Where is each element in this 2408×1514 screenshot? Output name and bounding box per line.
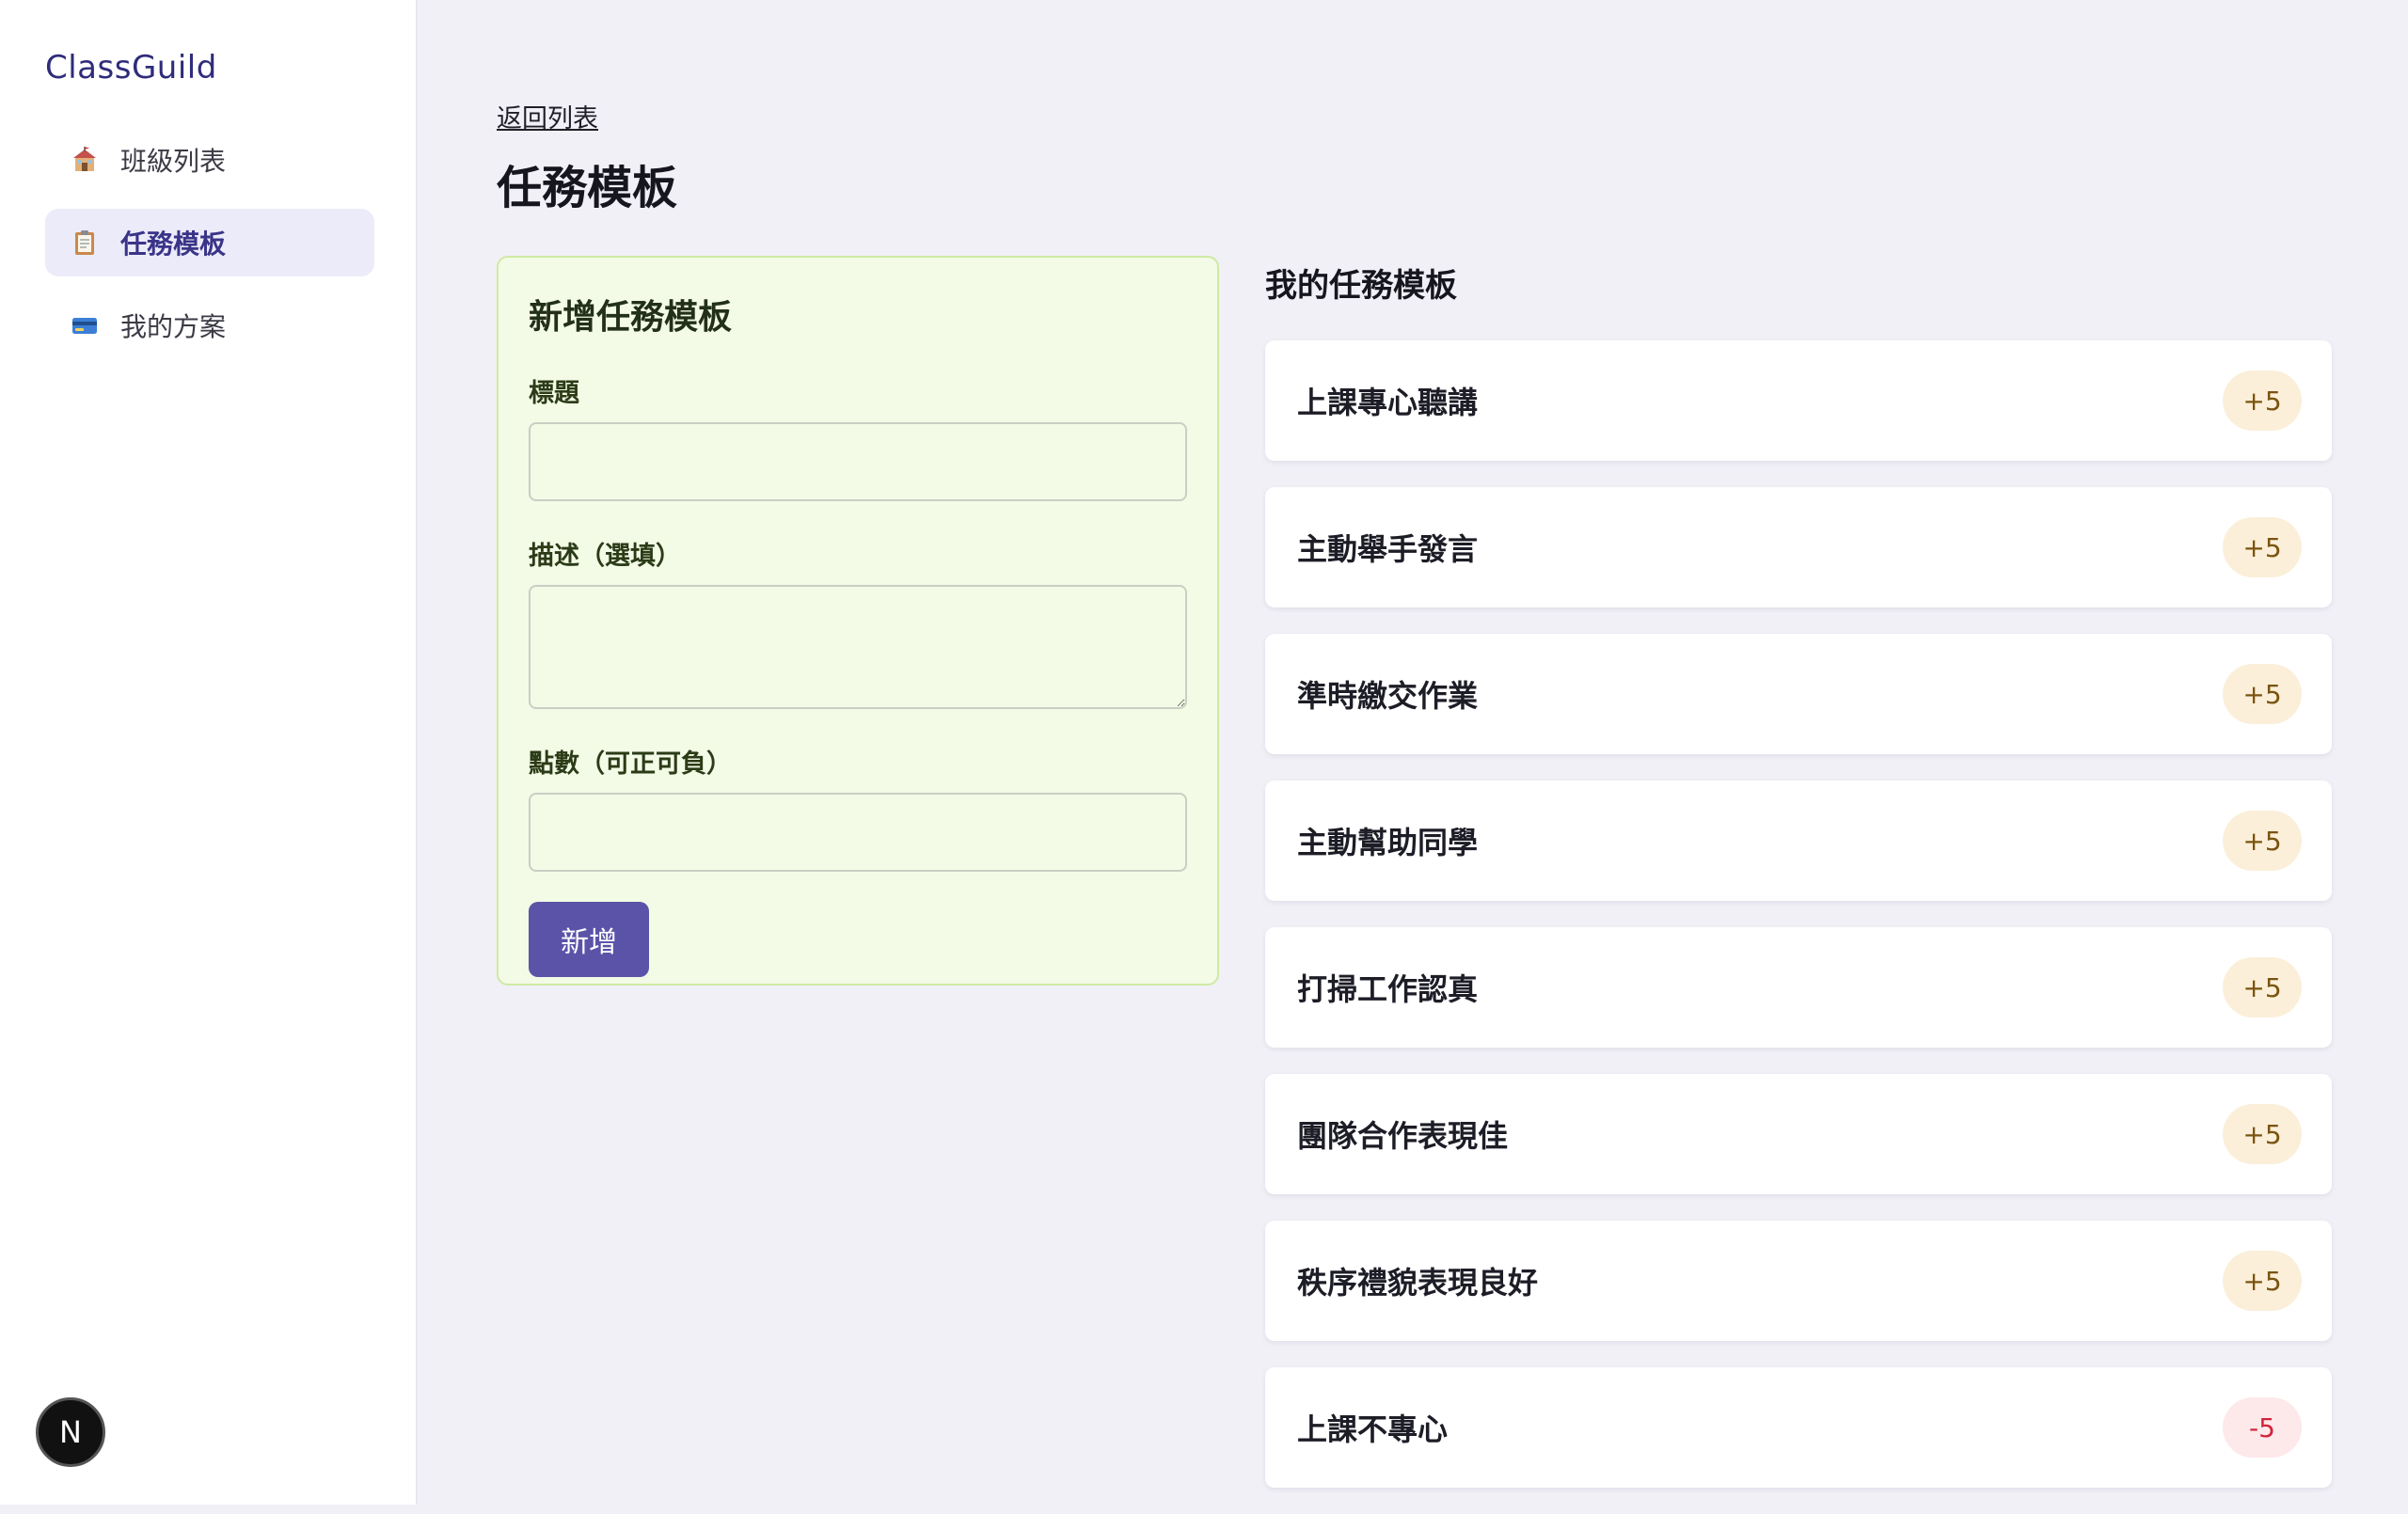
template-card[interactable]: 準時繳交作業 +5 [1265,634,2332,754]
template-card[interactable]: 上課不專心 -5 [1265,1367,2332,1488]
back-to-list-link[interactable]: 返回列表 [497,98,598,134]
template-card[interactable]: 上課專心聽講 +5 [1265,340,2332,461]
template-list-heading: 我的任務模板 [1265,267,1457,305]
points-badge: +5 [2223,664,2302,724]
nextjs-icon[interactable]: N [36,1397,105,1467]
template-card[interactable]: 秩序禮貌表現良好 +5 [1265,1221,2332,1341]
points-badge: +5 [2223,957,2302,1017]
sidebar-item-plan[interactable]: 我的方案 [45,292,374,359]
points-badge: +5 [2223,517,2302,577]
points-badge: +5 [2223,811,2302,871]
template-name: 主動幫助同學 [1297,825,1479,860]
points-badge: +5 [2223,371,2302,431]
template-card[interactable]: 打掃工作認真 +5 [1265,927,2332,1048]
template-card[interactable]: 團隊合作表現佳 +5 [1265,1074,2332,1194]
clipboard-icon [70,228,100,258]
credit-card-icon [70,310,100,340]
title-field-label: 標題 [529,379,579,408]
template-name: 打掃工作認真 [1297,971,1479,1007]
template-card[interactable]: 主動幫助同學 +5 [1265,781,2332,901]
template-name: 準時繳交作業 [1297,678,1479,714]
sidebar-item-label: 班級列表 [120,146,227,177]
sidebar: ClassGuild 班級列表 任務模板 我的方案 N [0,0,418,1505]
description-field-label: 描述（選填） [529,542,681,571]
template-card[interactable]: 主動舉手發言 +5 [1265,487,2332,607]
sidebar-item-label: 任務模板 [120,229,227,260]
points-badge: +5 [2223,1104,2302,1164]
school-icon [70,145,100,175]
template-name: 上課專心聽講 [1297,385,1479,420]
description-textarea[interactable] [529,585,1187,709]
points-field-label: 點數（可正可負） [529,749,732,779]
points-input[interactable] [529,793,1187,872]
title-input[interactable] [529,422,1187,501]
template-list: 上課專心聽講 +5 主動舉手發言 +5 準時繳交作業 +5 主動幫助同學 +5 … [1265,340,2332,1514]
points-badge: +5 [2223,1251,2302,1311]
form-title: 新增任務模板 [529,298,733,337]
add-template-button[interactable]: 新增 [529,902,649,977]
sidebar-item-templates[interactable]: 任務模板 [45,209,374,276]
points-badge: -5 [2223,1397,2302,1458]
template-name: 上課不專心 [1297,1411,1449,1447]
new-template-form: 新增任務模板 標題 描述（選填） 點數（可正可負） 新增 [497,256,1219,986]
sidebar-item-label: 我的方案 [120,311,227,342]
sidebar-item-classes[interactable]: 班級列表 [45,126,374,194]
template-name: 秩序禮貌表現良好 [1297,1265,1539,1301]
page-title: 任務模板 [497,162,678,214]
template-name: 團隊合作表現佳 [1297,1118,1509,1154]
sidebar-nav: 班級列表 任務模板 我的方案 [45,126,374,374]
brand-logo[interactable]: ClassGuild [45,49,217,87]
template-name: 主動舉手發言 [1297,531,1479,567]
